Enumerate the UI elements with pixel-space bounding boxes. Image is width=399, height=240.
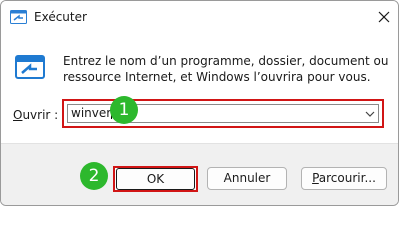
close-icon[interactable] (373, 6, 395, 28)
ok-button[interactable]: OK (116, 168, 195, 190)
browse-button[interactable]: Parcourir... (301, 167, 387, 190)
open-input-value[interactable]: winver (71, 106, 113, 120)
open-label: Ouvrir : (13, 108, 58, 122)
callout-badge-1: 1 (110, 96, 138, 124)
button-bar: 2 OK Annuler Parcourir... (1, 143, 398, 205)
chevron-down-icon[interactable] (362, 105, 378, 122)
title-bar: Exécuter (1, 1, 398, 33)
callout-badge-2: 2 (80, 162, 108, 190)
browse-accesskey: P (312, 171, 319, 185)
run-app-icon (10, 9, 28, 25)
open-input-text: winver (71, 106, 112, 120)
ok-button-highlight: OK (113, 166, 198, 192)
browse-label-rest: arcourir... (318, 171, 376, 185)
run-dialog: Exécuter Entrez le nom d’un programme, d… (0, 0, 399, 206)
description-text: Entrez le nom d’un programme, dossier, d… (63, 53, 393, 85)
window-title: Exécuter (34, 10, 87, 24)
cancel-button[interactable]: Annuler (207, 167, 287, 190)
description-line-2: ressource Internet, et Windows l’ouvrira… (63, 70, 371, 84)
run-program-icon (15, 53, 45, 83)
open-label-rest: uvrir : (22, 108, 59, 122)
description-line-1: Entrez le nom d’un programme, dossier, d… (63, 54, 389, 68)
